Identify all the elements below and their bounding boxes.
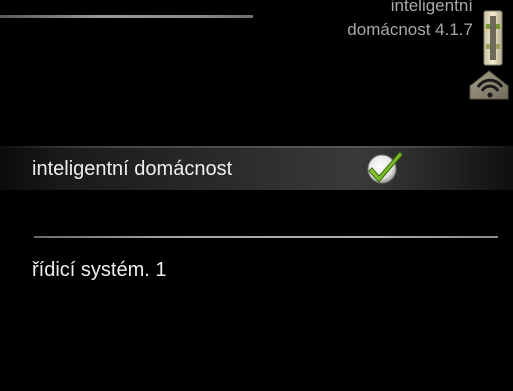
- screen: inteligentní domácnost 4.1.7 inteligentn…: [0, 0, 513, 391]
- page-title: inteligentní domácnost 4.1.7: [213, 0, 473, 42]
- menu-item-control-system-1[interactable]: řídicí systém. 1: [32, 259, 166, 282]
- thermometer-icon: [483, 10, 503, 66]
- wifi-house-icon: [469, 70, 509, 100]
- page-title-line-1: inteligentní: [390, 0, 473, 15]
- divider: [34, 236, 498, 238]
- menu-item-label: inteligentní domácnost: [32, 158, 233, 180]
- page-title-line-2: domácnost 4.1.7: [347, 20, 473, 39]
- menu-item-smart-home[interactable]: inteligentní domácnost: [0, 146, 513, 190]
- checkmark-icon[interactable]: [364, 148, 406, 186]
